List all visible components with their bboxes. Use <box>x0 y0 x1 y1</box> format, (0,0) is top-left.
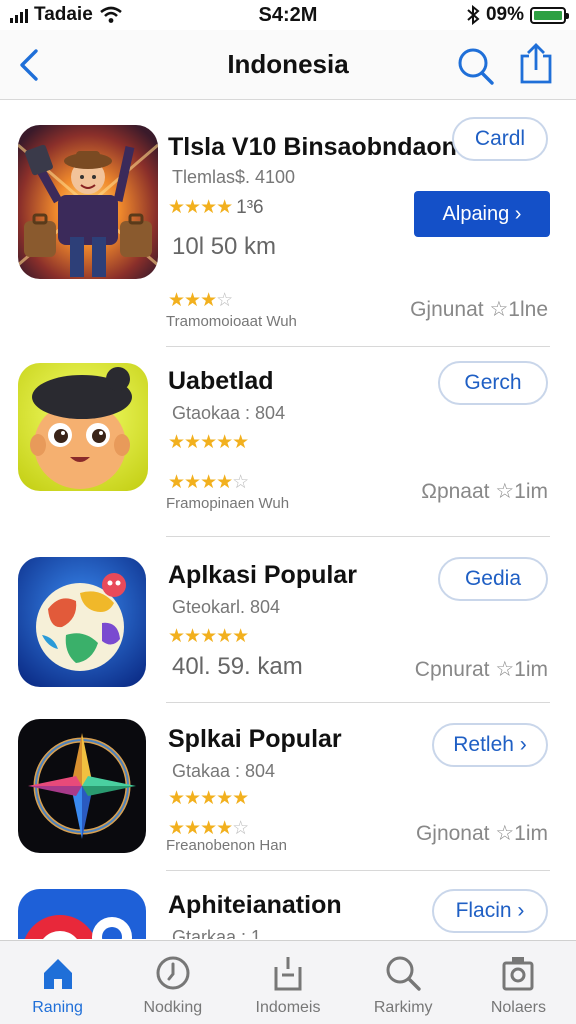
bottom-rating-stars: ★★★★☆ <box>168 471 249 494</box>
rating-stars: ★★★★★ <box>168 787 249 810</box>
back-button[interactable] <box>12 46 46 84</box>
stars-filled: ★★★★★ <box>168 788 249 809</box>
get-button[interactable]: Cardl <box>452 117 548 161</box>
tray-icon <box>274 957 302 991</box>
star-empty: ☆ <box>232 818 249 839</box>
app-caption: Freanobenon Han <box>166 837 287 854</box>
app-meta: Cpnurat ☆1im <box>414 658 548 681</box>
list-item[interactable]: Aphiteianation Gtarkaa : 1 Flacin › <box>0 871 576 939</box>
rating-stars: ★★★★★ <box>168 625 249 648</box>
app-title[interactable]: Tlsla V10 Binsaobndaon <box>168 133 457 162</box>
tab-label: Nodking <box>143 999 203 1016</box>
app-meta: Gjnunat ☆1lne <box>410 298 548 321</box>
list-item[interactable]: Aplkasi Popular Gteokarl. 804 ★★★★★ 40l.… <box>0 537 576 703</box>
get-button[interactable]: Retleh › <box>432 723 548 767</box>
search-button[interactable] <box>456 46 496 86</box>
app-icon-compass[interactable] <box>18 719 146 853</box>
battery-icon <box>530 6 569 24</box>
app-meta: Gjnonat ☆1im <box>415 822 548 845</box>
wifi-icon <box>99 6 122 23</box>
signal-icon <box>10 7 28 23</box>
tab-rarkimy[interactable]: Rarkimy <box>346 941 461 1024</box>
app-title[interactable]: Splkai Popular <box>168 725 342 754</box>
app-title[interactable]: Aplkasi Popular <box>168 561 357 590</box>
battery-percent: 09% <box>485 4 524 25</box>
chevron-left-icon <box>20 49 38 81</box>
status-right: 09% <box>466 4 569 26</box>
rating-stars: ★★★★ 1³6 <box>168 196 264 219</box>
bluetooth-icon <box>467 5 480 25</box>
get-button[interactable]: Gedia <box>438 557 548 601</box>
star-empty: ☆ <box>216 290 233 311</box>
primary-action-button[interactable]: Alpaing › <box>414 191 550 237</box>
app-list: Tlsla V10 Binsaobndaon Tlemlas$. 4100 ★★… <box>0 101 576 939</box>
tab-nodking[interactable]: Nodking <box>115 941 230 1024</box>
share-icon <box>520 43 552 84</box>
star-empty: ☆ <box>232 472 249 493</box>
tab-label: Nolaers <box>490 999 546 1016</box>
status-left: Tadaie <box>10 4 123 26</box>
stars-filled: ★★★★ <box>168 472 233 493</box>
home-icon <box>43 959 72 989</box>
app-subtitle: Gtarkaa : 1 <box>172 927 262 939</box>
rating-value: 1³6 <box>236 197 264 218</box>
search-icon <box>458 48 494 85</box>
tab-indomeis[interactable]: Indomeis <box>230 941 345 1024</box>
app-caption: Framopinaen Wuh <box>166 495 290 512</box>
app-subtitle: Gtaokaa : 804 <box>172 403 286 423</box>
app-title[interactable]: Aphiteianation <box>168 891 342 920</box>
app-size: 40l. 59. kam <box>172 653 303 680</box>
rating-stars: ★★★★★ <box>168 431 249 454</box>
app-subtitle: Gteokarl. 804 <box>172 597 281 617</box>
tab-bar: Raning Nodking Indomeis Rarkimy Nolaers <box>0 940 576 1024</box>
app-icon-kid[interactable] <box>18 363 148 491</box>
share-button[interactable] <box>518 42 554 86</box>
get-button[interactable]: Gerch <box>438 361 548 405</box>
stars-filled: ★★★★ <box>168 818 233 839</box>
app-icon-adventure[interactable] <box>18 125 158 279</box>
tab-raning[interactable]: Raning <box>0 941 115 1024</box>
app-subtitle: Gtakaa : 804 <box>172 761 276 781</box>
app-caption: Tramomoioaat Wuh <box>166 313 297 330</box>
app-icon-globe[interactable] <box>18 557 146 687</box>
stars-filled: ★★★★★ <box>168 432 249 453</box>
tab-label: Indomeis <box>255 999 321 1016</box>
list-item[interactable]: Uabetlad Gtaokaa : 804 ★★★★★ ★★★★☆ Framo… <box>0 347 576 537</box>
status-bar: Tadaie S4:2M 09% <box>0 0 576 30</box>
clock-icon <box>156 956 190 990</box>
search-icon <box>386 956 421 991</box>
app-size: 10l 50 km <box>172 233 277 260</box>
stars-filled: ★★★ <box>168 290 217 311</box>
app-subtitle: Tlemlas$. 4100 <box>172 167 296 187</box>
battery-level <box>534 10 562 20</box>
bottom-rating-stars: ★★★☆ <box>168 289 233 312</box>
navigation-bar: Indonesia <box>0 30 576 100</box>
app-icon-pinterest-like[interactable] <box>18 889 146 939</box>
app-title[interactable]: Uabetlad <box>168 367 274 396</box>
tab-nolaers[interactable]: Nolaers <box>461 941 576 1024</box>
tab-label: Rarkimy <box>373 999 433 1016</box>
list-item[interactable]: Tlsla V10 Binsaobndaon Tlemlas$. 4100 ★★… <box>0 101 576 347</box>
carrier-label: Tadaie <box>34 4 93 25</box>
page-title: Indonesia <box>227 49 349 79</box>
app-meta: Ωpnaat ☆1im <box>421 480 548 503</box>
stars-filled: ★★★★★ <box>168 626 249 647</box>
get-button[interactable]: Flacin › <box>432 889 548 933</box>
media-icon <box>502 957 534 991</box>
list-item[interactable]: Splkai Popular Gtakaa : 804 ★★★★★ ★★★★☆ … <box>0 703 576 871</box>
tab-label: Raning <box>32 999 83 1016</box>
stars-filled: ★★★★ <box>168 197 233 218</box>
